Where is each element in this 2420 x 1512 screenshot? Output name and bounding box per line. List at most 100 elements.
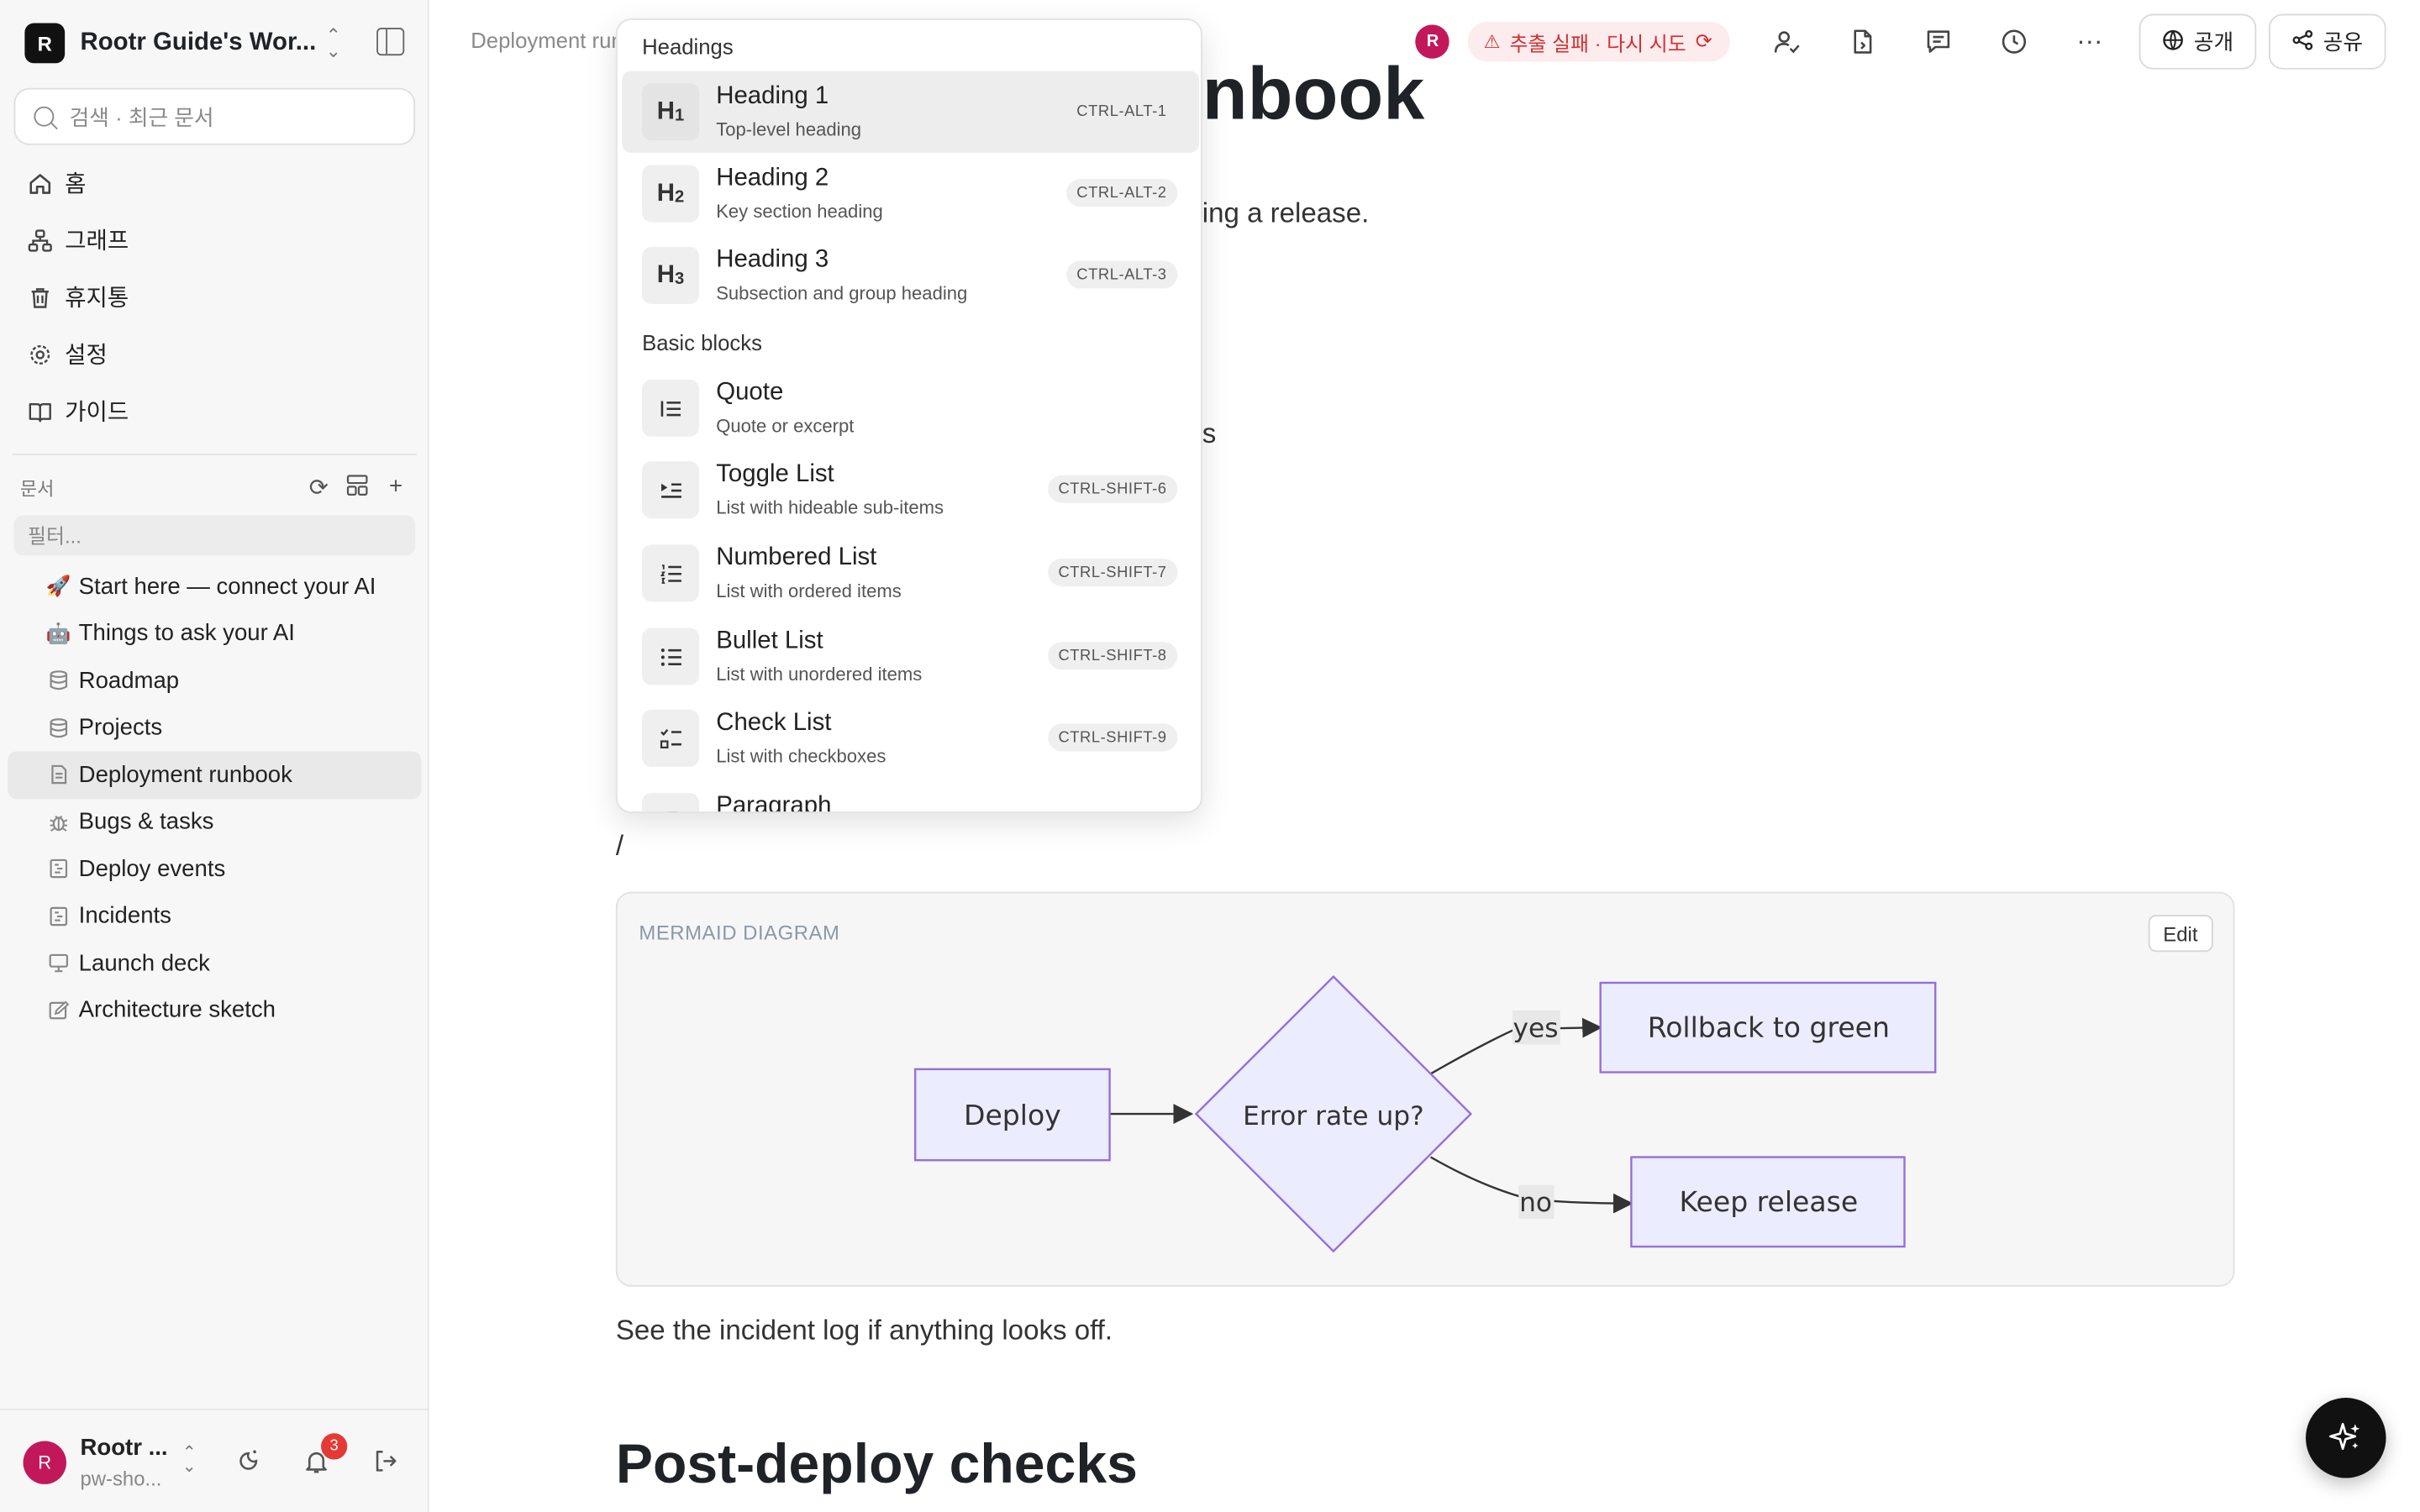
doc-item-architecture-sketch[interactable]: Architecture sketch — [8, 987, 421, 1034]
trash-icon — [28, 285, 52, 309]
timeline-icon — [46, 904, 71, 928]
user-avatar[interactable]: R — [23, 1441, 66, 1484]
public-button[interactable]: 공개 — [2139, 13, 2257, 70]
doc-item-things-to-ask[interactable]: 🤖 Things to ask your AI — [8, 610, 421, 657]
filter-input[interactable] — [28, 523, 300, 548]
docs-actions: ⟳ + — [306, 474, 409, 503]
menu-item-title: Quote — [716, 379, 784, 407]
doc-item-start-here[interactable]: 🚀 Start here — connect your AI — [8, 563, 421, 610]
search-input[interactable] — [69, 103, 378, 129]
more-horizontal-icon: ··· — [2076, 26, 2103, 56]
globe-icon — [2163, 29, 2185, 55]
edge-label-yes: yes — [1513, 1013, 1559, 1043]
doc-label: Deploy events — [78, 855, 226, 883]
sidebar-divider — [12, 453, 417, 455]
menu-item-heading-2[interactable]: H2 Heading 2 Key section heading CTRL-AL… — [622, 153, 1199, 234]
menu-item-quote[interactable]: Quote Quote or excerpt — [622, 367, 1199, 449]
doc-item-deployment-runbook[interactable]: Deployment runbook — [8, 751, 422, 799]
robot-icon: 🤖 — [45, 621, 71, 645]
user-name[interactable]: Rootr ... — [81, 1435, 168, 1461]
theme-toggle-icon[interactable] — [233, 1447, 264, 1478]
doc-item-roadmap[interactable]: Roadmap — [8, 657, 421, 704]
menu-item-paragraph[interactable]: ¶ Paragraph — [622, 780, 1199, 813]
doc-item-launch-deck[interactable]: Launch deck — [8, 940, 421, 987]
menu-item-desc: List with ordered items — [716, 580, 902, 602]
doc-label: Bugs & tasks — [78, 808, 214, 836]
quote-icon — [642, 379, 700, 437]
menu-section-basic-blocks: Basic blocks — [642, 330, 762, 355]
heading-2-icon: H2 — [642, 165, 700, 223]
workspace-switcher[interactable]: R Rootr Guide's Wor... ⌃ ⌄ — [24, 22, 410, 65]
intro-text: ing a release. — [1202, 197, 1370, 228]
doc-label: Incidents — [78, 902, 171, 930]
database-icon — [46, 669, 71, 693]
doc-item-incidents[interactable]: Incidents — [8, 893, 421, 940]
graph-icon — [28, 228, 52, 252]
slash-command-line[interactable]: / — [616, 830, 623, 863]
layout-icon[interactable] — [345, 474, 371, 503]
sidebar: R Rootr Guide's Wor... ⌃⌄ 홈 그래프 — [0, 0, 429, 1512]
slash-command-menu: Headings H1 Heading 1 Top-level heading … — [615, 18, 1202, 813]
more-button[interactable]: ··· — [2052, 14, 2128, 70]
search-box[interactable] — [13, 87, 416, 145]
sidebar-footer: R Rootr ... pw-sho... ⌃ ⌄ 3 — [0, 1408, 429, 1512]
node-rollback-label: Rollback to green — [1648, 1011, 1890, 1043]
logout-icon[interactable] — [371, 1447, 402, 1478]
presentation-icon — [46, 951, 71, 975]
nav-item-guide[interactable]: 가이드 — [13, 383, 417, 440]
plus-icon[interactable]: + — [383, 474, 409, 503]
menu-item-toggle-list[interactable]: Toggle List List with hideable sub-items… — [622, 449, 1199, 530]
menu-item-heading-1[interactable]: H1 Heading 1 Top-level heading CTRL-ALT-… — [622, 71, 1200, 153]
export-button[interactable] — [1825, 14, 1901, 70]
breadcrumb[interactable]: Deployment runbook — [471, 28, 617, 52]
menu-item-title: Paragraph — [716, 793, 832, 813]
menu-item-shortcut: CTRL-ALT-1 — [1076, 102, 1167, 120]
chevron-updown-icon[interactable]: ⌃ ⌄ — [182, 1445, 197, 1476]
workspace-avatar: R — [24, 23, 66, 64]
menu-item-bullet-list[interactable]: Bullet List List with unordered items CT… — [622, 616, 1199, 697]
paragraph-icon: ¶ — [642, 793, 700, 812]
chevron-updown-icon[interactable]: ⌃ ⌄ — [321, 26, 345, 60]
menu-item-heading-3[interactable]: H3 Heading 3 Subsection and group headin… — [622, 234, 1199, 316]
doc-item-bugs-tasks[interactable]: Bugs & tasks — [8, 798, 421, 845]
menu-item-desc: Subsection and group heading — [716, 282, 968, 304]
doc-label: Launch deck — [78, 949, 210, 977]
refresh-icon[interactable]: ⟳ — [306, 474, 332, 503]
menu-item-shortcut: CTRL-SHIFT-8 — [1047, 642, 1178, 670]
rocket-icon: 🚀 — [45, 574, 71, 598]
menu-item-check-list[interactable]: Check List List with checkboxes CTRL-SHI… — [622, 697, 1199, 779]
check-list-icon — [642, 709, 700, 767]
after-diagram-paragraph[interactable]: See the incident log if anything looks o… — [616, 1315, 1113, 1347]
filter-box[interactable] — [13, 515, 416, 556]
menu-item-numbered-list[interactable]: Numbered List List with ordered items CT… — [622, 533, 1199, 614]
nav-item-home[interactable]: 홈 — [13, 155, 417, 212]
extract-status-text: 추출 실패 · 다시 시도 — [1509, 31, 1686, 55]
node-deploy-label: Deploy — [964, 1099, 1061, 1131]
warning-icon: ⚠ — [1483, 30, 1501, 53]
doc-item-deploy-events[interactable]: Deploy events — [8, 846, 421, 893]
comments-button[interactable] — [1901, 14, 1976, 70]
book-icon — [28, 399, 52, 423]
mermaid-block[interactable]: MERMAID DIAGRAM Edit yes no Deploy Error… — [615, 891, 2235, 1287]
clock-icon — [2002, 29, 2026, 54]
nav-item-graph[interactable]: 그래프 — [13, 212, 417, 269]
doc-label: Architecture sketch — [78, 996, 276, 1024]
doc-item-projects[interactable]: Projects — [8, 704, 421, 751]
extract-status-badge[interactable]: ⚠ 추출 실패 · 다시 시도 ⟳ — [1468, 21, 1731, 62]
nav-item-settings[interactable]: 설정 — [13, 326, 417, 383]
nav-item-trash[interactable]: 휴지통 — [13, 269, 417, 326]
document-icon — [46, 763, 71, 787]
node-decision-label: Error rate up? — [1243, 1101, 1424, 1131]
share-button[interactable]: 공유 — [2269, 13, 2386, 70]
section-heading[interactable]: Post-deploy checks — [616, 1431, 1138, 1496]
main-nav: 홈 그래프 휴지통 설정 가이드 — [13, 155, 417, 440]
assign-button[interactable] — [1749, 14, 1825, 70]
nav-label: 설정 — [65, 342, 108, 369]
topbar-actions: R ⚠ 추출 실패 · 다시 시도 ⟳ ··· 공개 공유 — [1415, 13, 2386, 70]
bug-icon — [46, 810, 71, 834]
ai-assistant-button[interactable] — [2306, 1398, 2386, 1478]
history-button[interactable] — [1976, 14, 2052, 70]
document-list: 🚀 Start here — connect your AI 🤖 Things … — [8, 563, 422, 1034]
menu-item-desc: Top-level heading — [716, 118, 862, 141]
sidebar-collapse-icon[interactable] — [376, 28, 405, 56]
